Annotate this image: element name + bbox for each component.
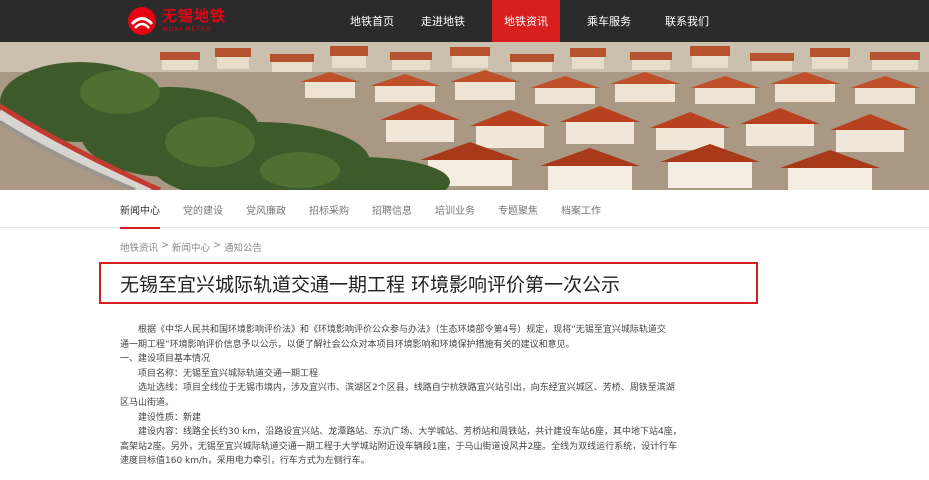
nav-item-service[interactable]: 乘车服务 xyxy=(570,0,648,42)
main-nav: 地铁首页 走进地铁 地铁资讯 乘车服务 联系我们 xyxy=(340,0,726,42)
subnav-integrity[interactable]: 党风廉政 xyxy=(246,190,286,228)
logo-text: 无锡地铁 xyxy=(162,7,227,25)
subnav-recruitment[interactable]: 招聘信息 xyxy=(372,190,412,228)
breadcrumb-separator: > xyxy=(210,240,225,251)
article-line: 速度目标值160 km/h，采用电力牵引，行车方式为左侧行车。 xyxy=(120,456,370,467)
breadcrumb-item[interactable]: 新闻中心 xyxy=(172,240,210,254)
subnav-news-center[interactable]: 新闻中心 xyxy=(120,190,160,229)
nav-item-contact[interactable]: 联系我们 xyxy=(648,0,726,42)
nav-item-news[interactable]: 地铁资讯 xyxy=(492,0,560,42)
subnav-training[interactable]: 培训业务 xyxy=(435,190,475,228)
logo-english-text: WUXI METRO xyxy=(162,26,212,33)
breadcrumb-separator: > xyxy=(158,240,173,251)
article-section-heading: 一、建设项目基本情况 xyxy=(120,354,211,365)
subnav-party-building[interactable]: 党的建设 xyxy=(183,190,223,228)
subnav-archives[interactable]: 档案工作 xyxy=(561,190,601,228)
article-line: 区马山街道。 xyxy=(120,397,175,408)
metro-logo-icon xyxy=(128,7,156,35)
hero-banner-image xyxy=(0,42,929,190)
breadcrumb-item[interactable]: 通知公告 xyxy=(224,240,262,254)
site-logo[interactable]: 无锡地铁 WUXI METRO xyxy=(126,5,226,37)
article-line: 项目名称：无锡至宜兴城际轨道交通一期工程 xyxy=(138,368,319,379)
nav-item-about[interactable]: 走进地铁 xyxy=(404,0,482,42)
article-line: 选址选线：项目全线位于无锡市境内，涉及宜兴市、滨湖区2个区县，线路自宁杭铁路宜兴… xyxy=(138,383,675,394)
article-line: 根据《中华人民共和国环境影响评价法》和《环境影响评价公众参与办法》（生态环境部令… xyxy=(138,325,666,335)
breadcrumb: 地铁资讯 > 新闻中心 > 通知公告 xyxy=(120,240,262,254)
breadcrumb-item[interactable]: 地铁资讯 xyxy=(120,240,158,254)
article-line: 建设内容：线路全长约30 km，沿路设宜兴站、龙潭路站、东氿广场、大学城站、芳桥… xyxy=(138,427,682,438)
sub-navigation: 新闻中心 党的建设 党风廉政 招标采购 招聘信息 培训业务 专题聚焦 档案工作 xyxy=(0,190,929,229)
article-line: 建设性质：新建 xyxy=(138,412,202,423)
article-body: 根据《中华人民共和国环境影响评价法》和《环境影响评价公众参与办法》（生态环境部令… xyxy=(120,323,720,469)
subnav-procurement[interactable]: 招标采购 xyxy=(309,190,349,228)
article-line: 高架站2座。另外，无锡至宜兴城际轨道交通一期工程于大学城站附近设车辆段1座，于马… xyxy=(120,441,678,452)
article-line: 通一期工程”环境影响评价信息予以公示，以便了解社会公众对本项目环境影响和环境保护… xyxy=(120,339,575,350)
page-title: 无锡至宜兴城际轨道交通一期工程 环境影响评价第一次公示 xyxy=(120,274,621,296)
top-navigation-bar: 无锡地铁 WUXI METRO 地铁首页 走进地铁 地铁资讯 乘车服务 联系我们 xyxy=(0,0,929,42)
banner-illustration xyxy=(0,42,929,190)
nav-item-home[interactable]: 地铁首页 xyxy=(340,0,404,42)
subnav-topics[interactable]: 专题聚焦 xyxy=(498,190,538,228)
